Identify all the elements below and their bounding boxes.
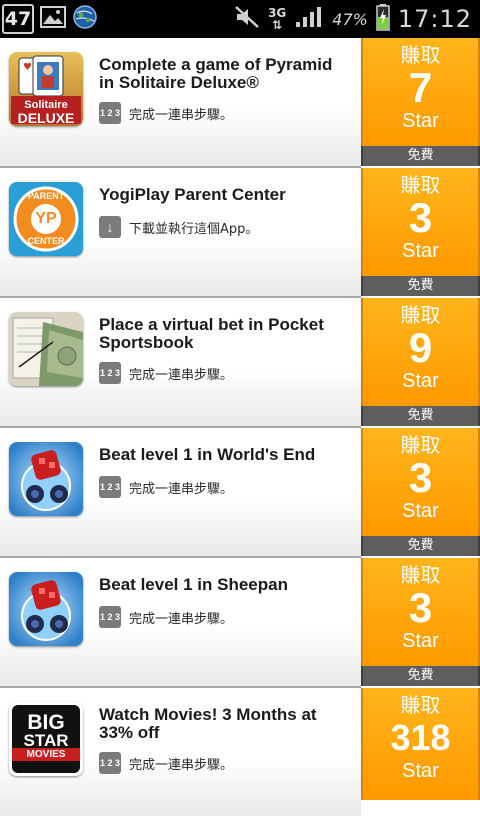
reward-card[interactable]: 賺取 3 Star xyxy=(361,428,480,536)
status-left: 47 xyxy=(0,0,98,38)
sheepan-icon xyxy=(9,572,83,646)
reward-button[interactable]: 賺取 3 Star 免費 xyxy=(361,168,480,298)
price-label: 免費 xyxy=(361,536,480,556)
worlds-end-icon xyxy=(9,442,83,516)
notification-count-badge: 47 xyxy=(2,4,34,34)
earn-label: 賺取 xyxy=(400,563,441,587)
icon-line-1: PARENT xyxy=(27,191,65,201)
offer-title: Complete a game of Pyramid in Solitaire … xyxy=(99,55,333,92)
offer-subtitle-text: 完成一連串步驟。 xyxy=(129,757,234,773)
reward-amount: 3 xyxy=(408,584,433,631)
icon-line-2: STAR xyxy=(23,731,69,750)
offer-subtitle-text: 完成一連串步驟。 xyxy=(129,367,234,383)
icon-line-2: YP xyxy=(35,210,57,227)
svg-text:♥: ♥ xyxy=(23,62,32,73)
offer-row[interactable]: PARENT YP CENTER YogiPlay Parent Center … xyxy=(0,168,480,298)
reward-unit: Star xyxy=(402,110,439,132)
icon-line-2: DELUXE xyxy=(17,110,75,126)
reward-unit: Star xyxy=(402,370,439,392)
gallery-icon xyxy=(40,5,66,33)
offer-subtitle: 1 2 3 完成一連串步驟。 xyxy=(99,476,233,498)
offer-subtitle: 1 2 3 完成一連串步驟。 xyxy=(99,606,233,628)
clock: 17:12 xyxy=(397,5,472,33)
reward-amount: 7 xyxy=(408,64,433,111)
123-steps-icon: 1 2 3 xyxy=(99,606,121,628)
offer-content[interactable]: PARENT YP CENTER YogiPlay Parent Center … xyxy=(0,168,361,296)
offer-content[interactable]: Beat level 1 in World's End 1 2 3 完成一連串步… xyxy=(0,428,361,556)
reward-card[interactable]: 賺取 7 Star xyxy=(361,38,480,146)
reward-card[interactable]: 賺取 9 Star xyxy=(361,298,480,406)
offer-row[interactable]: Beat level 1 in Sheepan 1 2 3 完成一連串步驟。 賺… xyxy=(0,558,480,688)
earn-label: 賺取 xyxy=(400,43,441,67)
price-label: 免費 xyxy=(361,146,480,166)
reward-unit: Star xyxy=(402,630,439,652)
offer-row[interactable]: Place a virtual bet in Pocket Sportsbook… xyxy=(0,298,480,428)
status-bar: 47 3G ⇅ 47% 17:12 xyxy=(0,0,480,38)
icon-line-1: BIG xyxy=(27,711,65,734)
reward-card[interactable]: 賺取 3 Star xyxy=(361,168,480,276)
reward-button[interactable]: 賺取 9 Star 免費 xyxy=(361,298,480,428)
icon-line-3: MOVIES xyxy=(26,749,66,760)
battery-percent: 47% xyxy=(332,9,368,29)
globe-icon xyxy=(72,4,98,34)
reward-unit: Star xyxy=(402,500,439,522)
reward-amount: 3 xyxy=(408,454,433,501)
mute-icon xyxy=(234,5,260,33)
offer-content[interactable]: ♥ Solitaire DELUXE Complete a game of Py… xyxy=(0,38,361,166)
signal-icon xyxy=(294,5,324,33)
status-right: 3G ⇅ 47% 17:12 xyxy=(234,0,472,38)
reward-button[interactable]: 賺取 318 Star xyxy=(361,688,480,818)
earn-label: 賺取 xyxy=(400,433,441,457)
reward-button[interactable]: 賺取 3 Star 免費 xyxy=(361,558,480,688)
reward-amount: 318 xyxy=(390,717,451,758)
network-type-icon: 3G ⇅ xyxy=(268,6,287,32)
reward-unit: Star xyxy=(402,760,439,782)
offer-title: Beat level 1 in Sheepan xyxy=(99,575,288,594)
reward-amount: 9 xyxy=(408,324,433,371)
offer-content[interactable]: BIG STAR MOVIES Watch Movies! 3 Months a… xyxy=(0,688,361,816)
pocket-sportsbook-icon xyxy=(9,312,83,386)
offer-subtitle-text: 完成一連串步驟。 xyxy=(129,107,234,123)
reward-card[interactable]: 賺取 3 Star xyxy=(361,558,480,666)
price-label: 免費 xyxy=(361,666,480,686)
earn-label: 賺取 xyxy=(400,693,441,717)
reward-unit: Star xyxy=(402,240,439,262)
earn-label: 賺取 xyxy=(400,303,441,327)
offer-title: YogiPlay Parent Center xyxy=(99,185,286,204)
earn-label: 賺取 xyxy=(400,173,441,197)
reward-button[interactable]: 賺取 3 Star 免費 xyxy=(361,428,480,558)
icon-line-3: CENTER xyxy=(27,236,65,246)
price-label: 免費 xyxy=(361,276,480,296)
offer-subtitle: 1 2 3 完成一連串步驟。 xyxy=(99,102,233,124)
price-label: 免費 xyxy=(361,406,480,426)
offer-row[interactable]: BIG STAR MOVIES Watch Movies! 3 Months a… xyxy=(0,688,480,818)
yogiplay-icon: PARENT YP CENTER xyxy=(9,182,83,256)
download-icon: ↓ xyxy=(99,216,121,238)
offer-title: Beat level 1 in World's End xyxy=(99,445,316,464)
offer-subtitle: 1 2 3 完成一連串步驟。 xyxy=(99,362,233,384)
offer-title: Place a virtual bet in Pocket Sportsbook xyxy=(99,315,324,352)
offer-row[interactable]: ♥ Solitaire DELUXE Complete a game of Py… xyxy=(0,38,480,168)
123-steps-icon: 1 2 3 xyxy=(99,752,121,774)
battery-charging-icon xyxy=(376,3,390,35)
offer-title: Watch Movies! 3 Months at 33% off xyxy=(99,705,317,742)
reward-card[interactable]: 賺取 318 Star xyxy=(361,688,480,800)
123-steps-icon: 1 2 3 xyxy=(99,102,121,124)
reward-amount: 3 xyxy=(408,194,433,241)
reward-button[interactable]: 賺取 7 Star 免費 xyxy=(361,38,480,168)
offer-list: ♥ Solitaire DELUXE Complete a game of Py… xyxy=(0,38,480,816)
offer-subtitle: 1 2 3 完成一連串步驟。 xyxy=(99,752,233,774)
offer-subtitle-text: 完成一連串步驟。 xyxy=(129,481,234,497)
network-label: 3G xyxy=(268,6,287,20)
offer-subtitle: ↓ 下載並執行這個App。 xyxy=(99,216,258,238)
123-steps-icon: 1 2 3 xyxy=(99,476,121,498)
offer-content[interactable]: Beat level 1 in Sheepan 1 2 3 完成一連串步驟。 xyxy=(0,558,361,686)
big-star-movies-icon: BIG STAR MOVIES xyxy=(9,702,83,776)
offer-subtitle-text: 下載並執行這個App。 xyxy=(129,221,259,237)
offer-subtitle-text: 完成一連串步驟。 xyxy=(129,611,234,627)
solitaire-deluxe-icon: ♥ Solitaire DELUXE xyxy=(9,52,83,126)
offer-content[interactable]: Place a virtual bet in Pocket Sportsbook… xyxy=(0,298,361,426)
offer-row[interactable]: Beat level 1 in World's End 1 2 3 完成一連串步… xyxy=(0,428,480,558)
123-steps-icon: 1 2 3 xyxy=(99,362,121,384)
